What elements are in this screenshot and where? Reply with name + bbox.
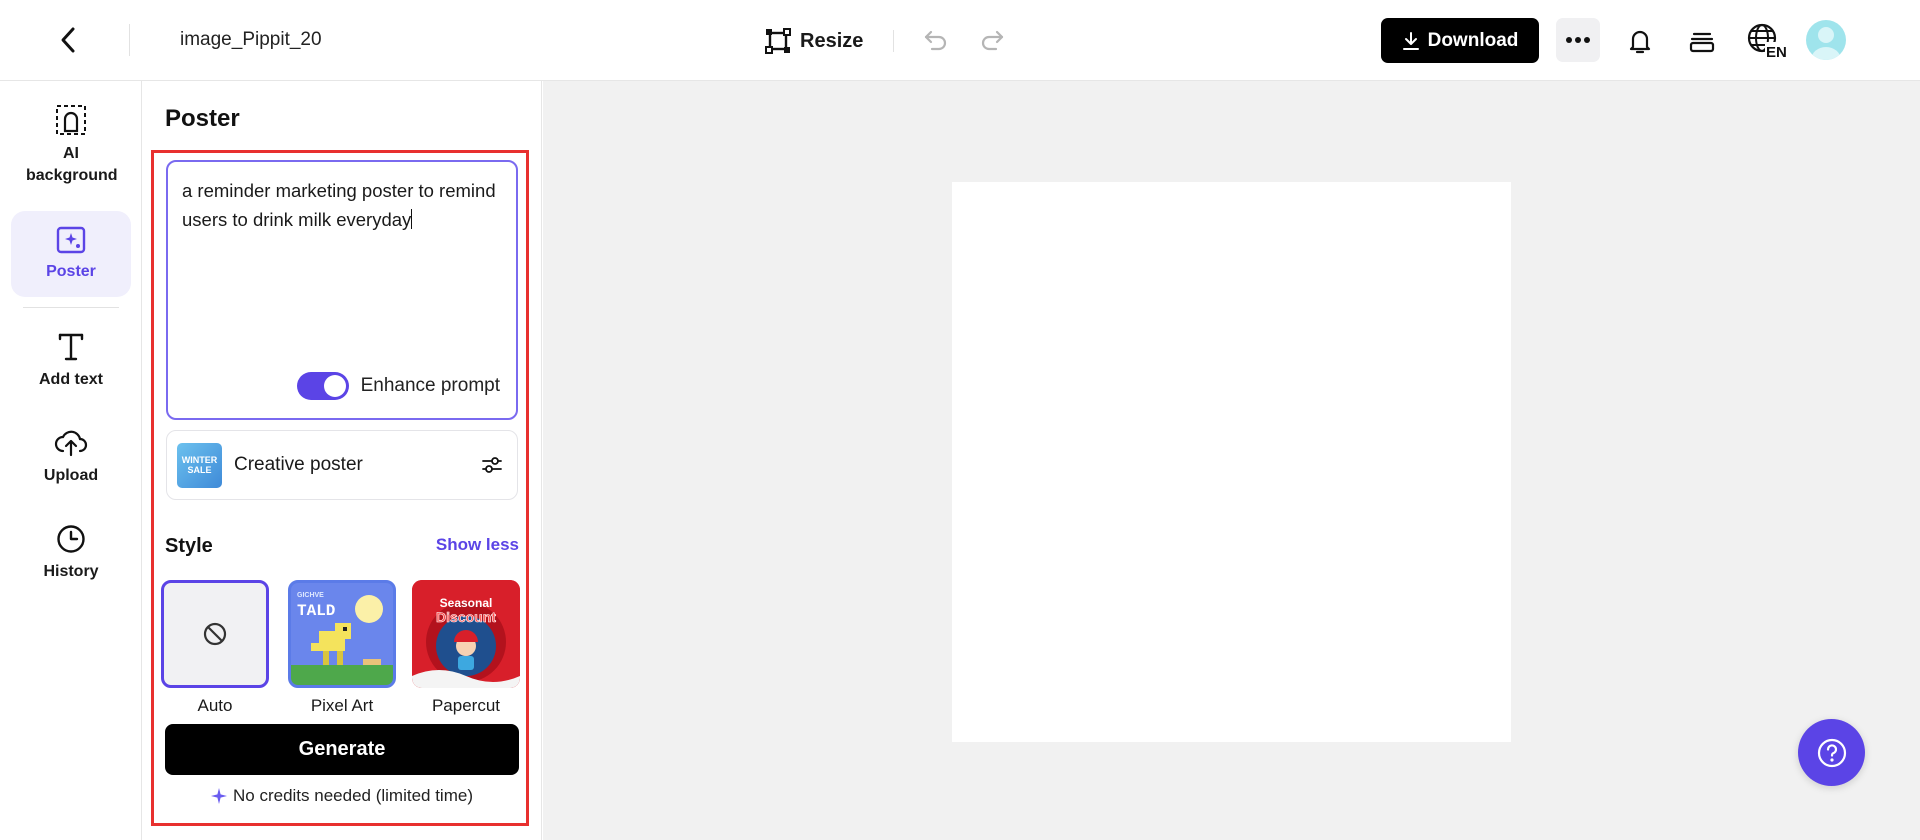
user-avatar[interactable] <box>1806 20 1846 60</box>
svg-text:GICHVE: GICHVE <box>297 592 324 599</box>
rail-item-history[interactable]: History <box>11 523 131 583</box>
back-button[interactable] <box>52 22 84 58</box>
history-icon <box>57 525 85 553</box>
svg-text:TALD: TALD <box>297 602 335 620</box>
style-label-auto: Auto <box>197 696 233 715</box>
style-section-label: Style <box>165 535 213 557</box>
redo-button[interactable] <box>976 24 1008 56</box>
generate-button[interactable]: Generate <box>165 724 519 775</box>
notifications-button[interactable] <box>1620 21 1660 61</box>
panel-title: Poster <box>165 105 240 132</box>
rail-label-upload: Upload <box>43 467 99 484</box>
papercut-preview-image: Seasonal Discount <box>412 580 520 688</box>
rail-item-upload[interactable]: Upload <box>11 427 131 487</box>
language-button[interactable]: EN <box>1744 19 1792 63</box>
resize-icon <box>765 28 791 54</box>
ai-background-icon <box>56 105 86 135</box>
more-horizontal-icon <box>1566 37 1590 43</box>
design-canvas[interactable] <box>952 182 1511 742</box>
top-bar: image_Pippit_20 Resize Download EN <box>0 0 1920 81</box>
style-label-papercut: Papercut <box>431 696 501 715</box>
poster-panel: Poster a reminder marketing poster to re… <box>142 81 542 840</box>
canvas-workspace <box>543 81 1920 840</box>
template-label: Creative poster <box>234 454 363 475</box>
layers-button[interactable] <box>1682 21 1722 61</box>
download-icon <box>1402 31 1419 50</box>
rail-label-history: History <box>43 563 99 580</box>
tool-rail: AI background Poster Add text Upload His… <box>0 81 142 840</box>
resize-label: Resize <box>800 29 864 52</box>
text-icon <box>58 333 84 361</box>
sparkle-icon <box>211 788 227 804</box>
show-less-link[interactable]: Show less <box>436 535 519 555</box>
template-thumb-text: WINTER SALE <box>181 455 218 475</box>
download-label: Download <box>1427 29 1519 51</box>
prompt-value: a reminder marketing poster to remind us… <box>182 180 496 230</box>
undo-icon <box>924 30 947 51</box>
template-thumbnail: WINTER SALE <box>177 442 222 488</box>
credits-note: No credits needed (limited time) <box>142 786 542 806</box>
redo-icon <box>981 30 1004 51</box>
rail-item-poster[interactable]: Poster <box>11 211 131 297</box>
style-card-auto[interactable]: Auto <box>161 580 269 716</box>
style-label-pixel-art: Pixel Art <box>310 696 374 715</box>
rail-item-add-text[interactable]: Add text <box>11 331 131 391</box>
style-card-pixel-art[interactable]: GICHVE TALD Pixel Art <box>288 580 396 716</box>
bell-icon <box>1629 30 1651 54</box>
stack-icon <box>1689 32 1715 53</box>
sliders-icon <box>482 457 502 473</box>
download-button[interactable]: Download <box>1381 18 1539 63</box>
svg-text:Discount: Discount <box>436 609 496 625</box>
help-icon <box>1817 738 1846 767</box>
more-options-button[interactable] <box>1556 18 1600 62</box>
enhance-prompt-label: Enhance prompt <box>360 375 500 396</box>
avatar-icon <box>1811 27 1841 60</box>
text-caret <box>411 209 413 229</box>
style-thumb-auto <box>161 580 269 688</box>
help-button[interactable] <box>1798 719 1865 786</box>
poster-icon <box>56 226 86 254</box>
enhance-prompt-row: Enhance prompt <box>296 372 500 400</box>
none-icon <box>203 622 227 646</box>
style-thumb-pixel-art: GICHVE TALD <box>288 580 396 688</box>
svg-text:Seasonal: Seasonal <box>440 596 493 610</box>
rail-label-add-text: Add text <box>39 371 103 388</box>
header-divider <box>129 24 130 56</box>
project-filename[interactable]: image_Pippit_20 <box>180 29 322 51</box>
prompt-textarea[interactable]: a reminder marketing poster to remind us… <box>166 160 518 420</box>
toggle-knob <box>323 375 346 397</box>
rail-label-ai-background: AI background <box>26 145 118 184</box>
rail-divider <box>23 307 119 308</box>
pixel-art-preview-image: GICHVE TALD <box>291 583 393 685</box>
enhance-prompt-toggle[interactable] <box>296 372 349 400</box>
chevron-left-icon <box>61 27 75 53</box>
style-thumb-papercut: Seasonal Discount <box>412 580 520 688</box>
toolbar-divider <box>893 30 894 52</box>
undo-button[interactable] <box>920 24 952 56</box>
resize-button[interactable]: Resize <box>764 22 863 60</box>
credits-note-text: No credits needed (limited time) <box>233 786 473 805</box>
upload-icon <box>54 430 88 457</box>
rail-label-poster: Poster <box>46 263 96 280</box>
poster-type-selector[interactable]: WINTER SALE Creative poster <box>166 430 518 500</box>
rail-item-ai-background[interactable]: AI background <box>11 103 131 187</box>
style-card-papercut[interactable]: Seasonal Discount Papercut <box>412 580 520 716</box>
globe-icon: EN <box>1747 23 1791 61</box>
template-settings-button[interactable] <box>477 450 507 480</box>
svg-text:EN: EN <box>1766 44 1787 61</box>
